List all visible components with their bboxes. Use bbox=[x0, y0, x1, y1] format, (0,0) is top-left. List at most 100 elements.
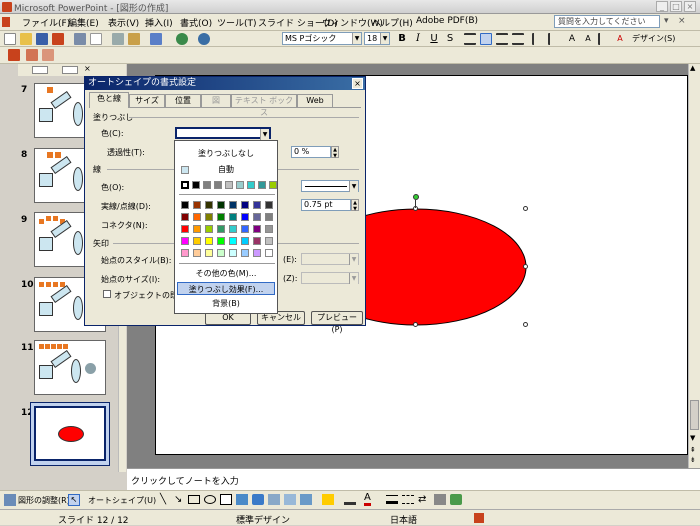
palette-color-swatch[interactable] bbox=[253, 201, 261, 209]
recent-color-swatch[interactable] bbox=[225, 181, 233, 189]
picture-icon[interactable] bbox=[284, 494, 296, 505]
rotate-handle[interactable] bbox=[413, 194, 419, 200]
wordart-icon[interactable] bbox=[236, 494, 248, 505]
resize-handle[interactable] bbox=[413, 322, 418, 327]
pdf-convert-icon[interactable] bbox=[8, 49, 20, 61]
palette-color-swatch[interactable] bbox=[217, 225, 225, 233]
palette-color-swatch[interactable] bbox=[193, 201, 201, 209]
palette-color-swatch[interactable] bbox=[193, 249, 201, 257]
palette-color-swatch[interactable] bbox=[253, 249, 261, 257]
decrease-font-icon[interactable]: A bbox=[582, 33, 594, 45]
recent-color-swatch[interactable] bbox=[258, 181, 266, 189]
resize-handle[interactable] bbox=[523, 206, 528, 211]
palette-color-swatch[interactable] bbox=[217, 249, 225, 257]
recent-color-swatch[interactable] bbox=[236, 181, 244, 189]
tab-size[interactable]: サイズ bbox=[129, 94, 165, 107]
print-icon[interactable] bbox=[74, 33, 86, 45]
increase-font-icon[interactable]: A bbox=[566, 33, 578, 45]
design-button[interactable]: デザイン(S) bbox=[632, 33, 675, 44]
scroll-thumb[interactable] bbox=[690, 400, 699, 430]
menu-help[interactable]: ヘルプ(H) bbox=[372, 16, 413, 29]
palette-color-swatch[interactable] bbox=[217, 237, 225, 245]
line-icon[interactable]: ╲ bbox=[160, 494, 166, 505]
palette-color-swatch[interactable] bbox=[181, 237, 189, 245]
recent-color-swatch[interactable] bbox=[214, 181, 222, 189]
open-icon[interactable] bbox=[20, 33, 32, 45]
bullets-icon[interactable] bbox=[548, 33, 560, 45]
shadow-icon[interactable]: S bbox=[444, 33, 456, 45]
font-name-select[interactable]: MS Pゴシック ▼ bbox=[282, 32, 362, 45]
palette-color-swatch[interactable] bbox=[193, 213, 201, 221]
distribute-icon[interactable] bbox=[512, 33, 524, 45]
pdf-review-icon[interactable] bbox=[42, 49, 54, 61]
shadow-style-icon[interactable] bbox=[434, 494, 446, 505]
menu-view[interactable]: 表示(V) bbox=[108, 16, 139, 29]
doc-icon[interactable] bbox=[2, 17, 10, 27]
oval-icon[interactable] bbox=[204, 495, 216, 504]
help-icon[interactable] bbox=[198, 33, 210, 45]
menu-format[interactable]: 書式(O) bbox=[180, 16, 212, 29]
clipart-icon[interactable] bbox=[268, 494, 280, 505]
palette-color-swatch[interactable] bbox=[229, 237, 237, 245]
close-button[interactable]: × bbox=[684, 1, 696, 12]
doc-close-icon[interactable]: × bbox=[678, 16, 686, 26]
palette-color-swatch[interactable] bbox=[265, 225, 273, 233]
palette-color-swatch[interactable] bbox=[181, 225, 189, 233]
palette-color-swatch[interactable] bbox=[217, 213, 225, 221]
fill-color-icon[interactable] bbox=[322, 494, 334, 505]
line-weight-spinner[interactable]: ▲ ▼ bbox=[351, 199, 359, 212]
paste-icon[interactable] bbox=[128, 33, 140, 45]
palette-color-swatch[interactable] bbox=[205, 225, 213, 233]
background-option[interactable]: 背景(B) bbox=[177, 297, 275, 310]
prev-slide-icon[interactable]: ⇞ bbox=[690, 446, 696, 454]
palette-color-swatch[interactable] bbox=[205, 201, 213, 209]
menu-edit[interactable]: 編集(E) bbox=[68, 16, 99, 29]
diagram-icon[interactable] bbox=[252, 494, 264, 505]
tab-web[interactable]: Web bbox=[297, 94, 333, 107]
arrow-style-icon[interactable]: ⇄ bbox=[418, 494, 426, 505]
palette-color-swatch[interactable] bbox=[265, 237, 273, 245]
recent-color-swatch[interactable] bbox=[269, 181, 277, 189]
menu-tools[interactable]: ツール(T) bbox=[217, 16, 257, 29]
tab-colors-lines[interactable]: 色と線 bbox=[89, 92, 129, 108]
pdf-icon[interactable] bbox=[52, 33, 64, 45]
numbering-icon[interactable] bbox=[532, 33, 544, 45]
notes-pane[interactable]: クリックしてノートを入力 bbox=[127, 468, 700, 490]
scroll-up-icon[interactable]: ▲ bbox=[690, 64, 695, 72]
palette-color-swatch[interactable] bbox=[181, 201, 189, 209]
resize-handle[interactable] bbox=[523, 264, 528, 269]
rectangle-icon[interactable] bbox=[188, 495, 200, 504]
image-icon[interactable] bbox=[300, 494, 312, 505]
palette-color-swatch[interactable] bbox=[205, 249, 213, 257]
recent-color-swatch[interactable] bbox=[203, 181, 211, 189]
minimize-button[interactable]: _ bbox=[656, 1, 668, 12]
slide-thumbnail-selected[interactable] bbox=[34, 406, 106, 461]
palette-color-swatch[interactable] bbox=[229, 201, 237, 209]
panel-close-icon[interactable]: × bbox=[84, 64, 91, 73]
palette-color-swatch[interactable] bbox=[205, 237, 213, 245]
menu-insert[interactable]: 挿入(I) bbox=[145, 16, 173, 29]
bold-icon[interactable]: B bbox=[396, 33, 408, 45]
auto-color-option[interactable]: 自動 bbox=[177, 163, 275, 176]
dash-style-icon[interactable] bbox=[402, 495, 414, 504]
pdf-mail-icon[interactable] bbox=[26, 49, 38, 61]
palette-color-swatch[interactable] bbox=[241, 201, 249, 209]
recent-color-swatch[interactable] bbox=[181, 181, 189, 189]
no-fill-option[interactable]: 塗りつぶしなし bbox=[177, 147, 275, 160]
slide-thumbnail[interactable] bbox=[34, 340, 106, 395]
palette-color-swatch[interactable] bbox=[265, 201, 273, 209]
more-colors-option[interactable]: その他の色(M)... bbox=[177, 267, 275, 280]
copy-icon[interactable] bbox=[112, 33, 124, 45]
align-left-icon[interactable] bbox=[464, 33, 476, 45]
outline-tab-icon[interactable] bbox=[32, 66, 48, 74]
hyperlink-icon[interactable] bbox=[176, 33, 188, 45]
arrow-icon[interactable]: ↘ bbox=[174, 494, 182, 505]
maximize-button[interactable]: □ bbox=[670, 1, 682, 12]
indent-icon[interactable] bbox=[598, 33, 610, 45]
font-color-icon[interactable]: A bbox=[614, 33, 626, 45]
palette-color-swatch[interactable] bbox=[229, 225, 237, 233]
transparency-spinner[interactable]: ▲ ▼ bbox=[331, 146, 339, 159]
vertical-scrollbar[interactable]: ▲ ▼ ⇞ ⇟ bbox=[688, 64, 700, 468]
palette-color-swatch[interactable] bbox=[241, 249, 249, 257]
palette-color-swatch[interactable] bbox=[217, 201, 225, 209]
